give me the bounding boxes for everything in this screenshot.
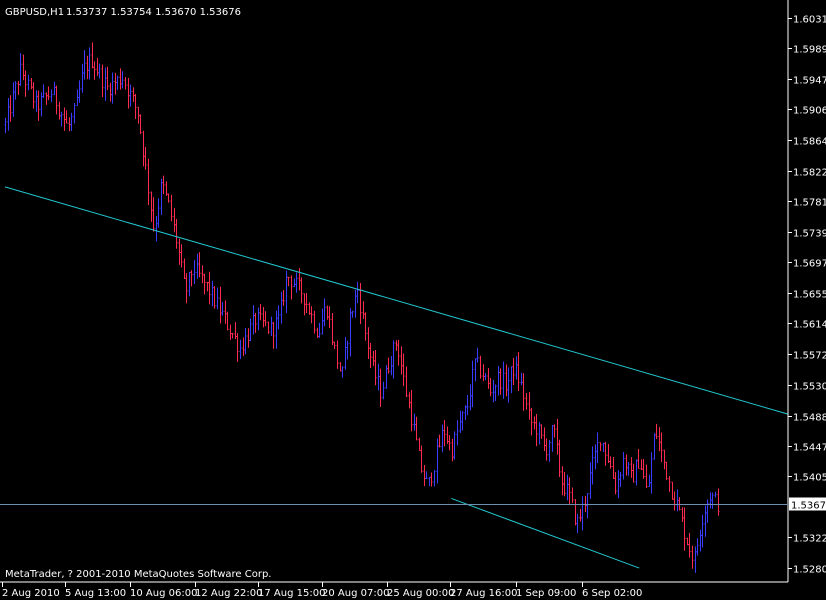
- time-tick-label: 5 Aug 13:00: [65, 588, 126, 599]
- price-tick-label: 1.58220: [793, 168, 826, 179]
- time-tick-label: 1 Sep 09:00: [516, 588, 576, 599]
- price-tick-label: 1.59060: [793, 106, 826, 117]
- price-tick-label: 1.59890: [793, 45, 826, 56]
- copyright-label: MetaTrader, ? 2001-2010 MetaQuotes Softw…: [5, 569, 271, 580]
- price-tick-label: 1.55720: [793, 351, 826, 362]
- price-tick-label: 1.53220: [793, 534, 826, 545]
- price-tick-label: 1.57390: [793, 229, 826, 240]
- symbol-period-label: GBPUSD,H1: [5, 7, 64, 18]
- ohlc-values-label: 1.53737 1.53754 1.53670 1.53676: [66, 7, 241, 18]
- price-chart[interactable]: 1.60310 1.59890 1.59470 1.59060 1.58640 1.582…: [0, 0, 826, 600]
- time-tick-label: 27 Aug 16:00: [450, 588, 517, 599]
- price-tick-label: 1.57810: [793, 198, 826, 209]
- price-tick-label: 1.55300: [793, 382, 826, 393]
- price-tick-label: 1.54470: [793, 443, 826, 454]
- price-tick-label: 1.54050: [793, 473, 826, 484]
- price-tick-label: 1.54880: [793, 413, 826, 424]
- price-tick-label: 1.52800: [793, 565, 826, 576]
- price-tick-label: 1.56140: [793, 320, 826, 331]
- price-tick-label: 1.59470: [793, 76, 826, 87]
- time-tick-label: 2 Aug 2010: [2, 588, 60, 599]
- chart-background: [0, 0, 826, 600]
- time-tick-label: 6 Sep 02:00: [582, 588, 642, 599]
- price-tick-label: 1.58640: [793, 137, 826, 148]
- time-tick-label: 10 Aug 06:00: [130, 588, 197, 599]
- time-tick-label: 20 Aug 07:00: [322, 588, 389, 599]
- price-tick-label: 1.56550: [793, 290, 826, 301]
- price-tick-label: 1.60310: [793, 15, 826, 26]
- price-tick-label: 1.56970: [793, 259, 826, 270]
- time-tick-label: 12 Aug 22:00: [195, 588, 262, 599]
- last-price-label: 1.53676: [791, 501, 826, 512]
- time-tick-label: 25 Aug 00:00: [387, 588, 454, 599]
- time-tick-label: 17 Aug 15:00: [258, 588, 325, 599]
